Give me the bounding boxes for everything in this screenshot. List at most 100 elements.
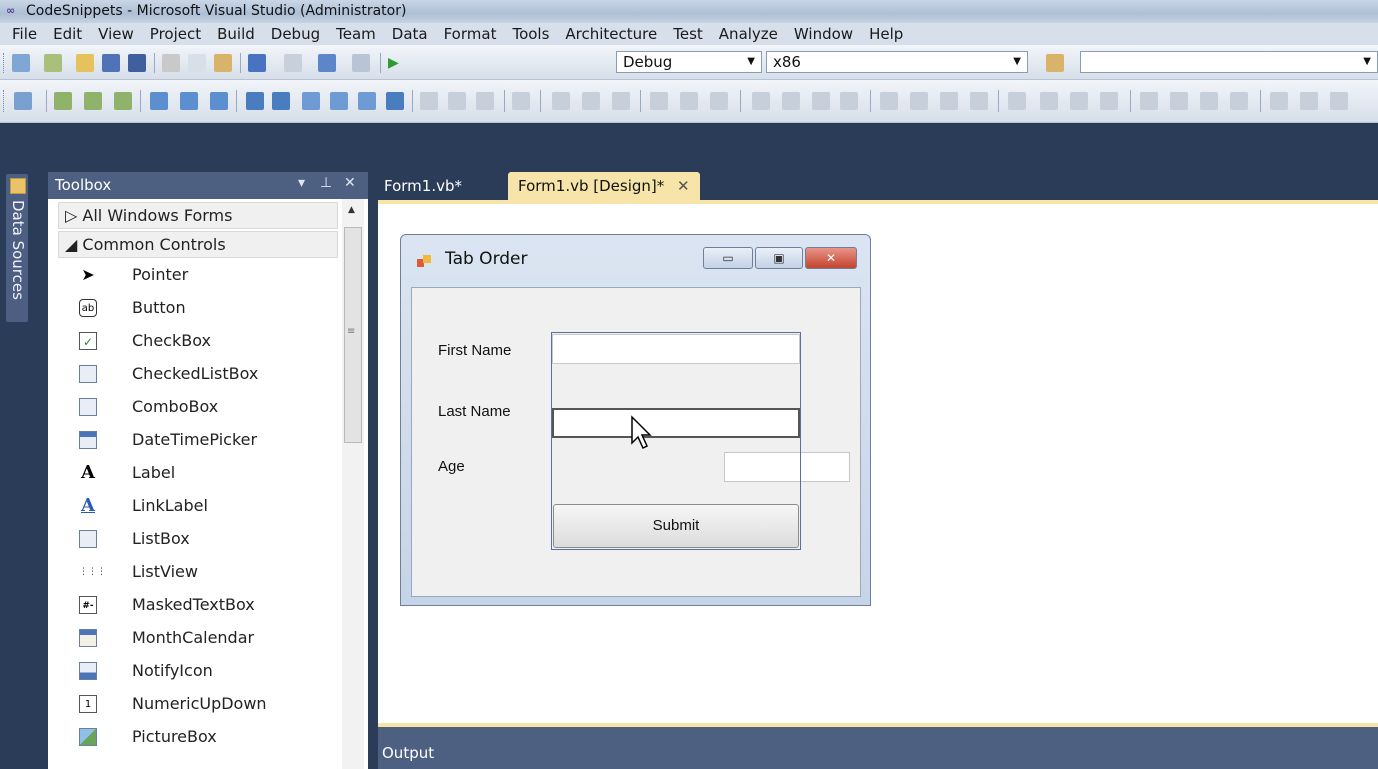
add-item-icon[interactable]: [44, 54, 62, 72]
layout-icon[interactable]: [1040, 92, 1058, 110]
horizontal-spacing-decrease-icon[interactable]: [612, 92, 630, 110]
toolbox-item-pointer[interactable]: ➤ Pointer: [48, 259, 340, 292]
menu-team[interactable]: Team: [328, 25, 384, 43]
start-debugging-icon[interactable]: ▶: [388, 54, 406, 72]
make-same-width-icon[interactable]: [420, 92, 438, 110]
layout-icon[interactable]: [1270, 92, 1288, 110]
layout-icon[interactable]: [880, 92, 898, 110]
menu-window[interactable]: Window: [786, 25, 861, 43]
layout-icon[interactable]: [1100, 92, 1118, 110]
close-icon[interactable]: ✕: [677, 177, 690, 195]
toolbox-item-maskedtextbox[interactable]: #- MaskedTextBox: [48, 589, 340, 622]
pin-icon[interactable]: ⊥: [320, 175, 332, 191]
save-icon[interactable]: [102, 54, 120, 72]
window-position-icon[interactable]: ▾: [298, 175, 305, 191]
new-project-icon[interactable]: [12, 54, 30, 72]
size-to-grid-icon[interactable]: [512, 92, 530, 110]
layout-icon[interactable]: [910, 92, 928, 110]
layout-icon[interactable]: [1140, 92, 1158, 110]
layout-icon[interactable]: [1230, 92, 1248, 110]
toolbox-item-checkbox[interactable]: ✓ CheckBox: [48, 325, 340, 358]
format-icon[interactable]: [210, 92, 228, 110]
horizontal-spacing-equal-icon[interactable]: [552, 92, 570, 110]
toolbox-item-label[interactable]: A Label: [48, 457, 340, 490]
menu-file[interactable]: File: [4, 25, 45, 43]
submit-button[interactable]: Submit: [553, 504, 799, 548]
vertical-spacing-increase-icon[interactable]: [710, 92, 728, 110]
maximize-button[interactable]: ▣: [755, 247, 803, 269]
align-centers-icon[interactable]: [330, 92, 348, 110]
save-all-icon[interactable]: [128, 54, 146, 72]
toolbox-item-listbox[interactable]: ListBox: [48, 523, 340, 556]
align-tops-icon[interactable]: [386, 92, 404, 110]
menu-test[interactable]: Test: [665, 25, 711, 43]
undo-icon[interactable]: [248, 54, 266, 72]
find-in-files-icon[interactable]: [1046, 54, 1064, 72]
open-file-icon[interactable]: [76, 54, 94, 72]
toolbox-item-monthcalendar[interactable]: MonthCalendar: [48, 622, 340, 655]
copy-icon[interactable]: [188, 54, 206, 72]
toolbox-item-combobox[interactable]: ComboBox: [48, 391, 340, 424]
tab-form1-vb[interactable]: Form1.vb*: [374, 172, 472, 200]
data-sources-tab[interactable]: Data Sources: [6, 174, 28, 322]
layout-icon[interactable]: [970, 92, 988, 110]
align-lefts-icon[interactable]: [302, 92, 320, 110]
menu-architecture[interactable]: Architecture: [557, 25, 665, 43]
horizontal-spacing-increase-icon[interactable]: [582, 92, 600, 110]
redo-icon[interactable]: [284, 54, 302, 72]
lock-controls-icon[interactable]: [812, 92, 830, 110]
toolbox-item-datetimepicker[interactable]: DateTimePicker: [48, 424, 340, 457]
layout-icon[interactable]: [1008, 92, 1026, 110]
menu-debug[interactable]: Debug: [263, 25, 328, 43]
bring-to-front-icon[interactable]: [246, 92, 264, 110]
menu-format[interactable]: Format: [436, 25, 505, 43]
center-vertically-icon[interactable]: [782, 92, 800, 110]
toolbox-item-picturebox[interactable]: PictureBox: [48, 721, 340, 754]
send-to-back-icon[interactable]: [272, 92, 290, 110]
toolbox-item-numericupdown[interactable]: 1 NumericUpDown: [48, 688, 340, 721]
scroll-up-icon[interactable]: ▲: [348, 205, 355, 215]
make-same-height-icon[interactable]: [448, 92, 466, 110]
layout-icon[interactable]: [1330, 92, 1348, 110]
navigate-backward-icon[interactable]: [318, 54, 336, 72]
menu-analyze[interactable]: Analyze: [711, 25, 786, 43]
category-common-controls[interactable]: ◢ Common Controls: [58, 231, 338, 258]
toolbar-grip[interactable]: [3, 53, 7, 73]
grid-icon[interactable]: [840, 92, 858, 110]
toolbox-scrollbar[interactable]: ▲ ≡: [342, 199, 364, 769]
toolbox-item-button[interactable]: ab Button: [48, 292, 340, 325]
output-panel-header[interactable]: Output: [378, 727, 1378, 769]
align-to-grid-icon[interactable]: [14, 92, 32, 110]
toolbox-item-notifyicon[interactable]: NotifyIcon: [48, 655, 340, 688]
layout-icon[interactable]: [1200, 92, 1218, 110]
layout-icon[interactable]: [940, 92, 958, 110]
category-all-windows-forms[interactable]: ▷ All Windows Forms: [58, 202, 338, 229]
close-icon[interactable]: ✕: [344, 175, 356, 191]
layout-icon[interactable]: [1070, 92, 1088, 110]
solution-platform-select[interactable]: x86 ▼: [766, 51, 1028, 73]
toolbar-grip[interactable]: [3, 90, 7, 112]
remove-horizontal-spacing-icon[interactable]: [650, 92, 668, 110]
center-horizontally-icon[interactable]: [752, 92, 770, 110]
tab-form1-design[interactable]: Form1.vb [Design]* ✕: [508, 172, 700, 200]
toolbox-item-listview[interactable]: ⋮⋮⋮ ListView: [48, 556, 340, 589]
solution-configuration-select[interactable]: Debug ▼: [616, 51, 762, 73]
menu-build[interactable]: Build: [209, 25, 263, 43]
vertical-spacing-equal-icon[interactable]: [680, 92, 698, 110]
toolbox-item-checkedlistbox[interactable]: CheckedListBox: [48, 358, 340, 391]
minimize-button[interactable]: ▭: [703, 247, 753, 269]
cut-icon[interactable]: [162, 54, 180, 72]
tab-order-icon[interactable]: [54, 92, 72, 110]
tab-order-prev-icon[interactable]: [114, 92, 132, 110]
menu-help[interactable]: Help: [861, 25, 911, 43]
make-same-size-icon[interactable]: [476, 92, 494, 110]
menu-data[interactable]: Data: [384, 25, 436, 43]
tab-order-next-icon[interactable]: [84, 92, 102, 110]
align-rights-icon[interactable]: [358, 92, 376, 110]
find-combo[interactable]: ▼: [1080, 51, 1378, 73]
toolbox-item-linklabel[interactable]: A LinkLabel: [48, 490, 340, 523]
menu-tools[interactable]: Tools: [504, 25, 557, 43]
format-icon[interactable]: [150, 92, 168, 110]
navigate-forward-icon[interactable]: [352, 54, 370, 72]
paste-icon[interactable]: [214, 54, 232, 72]
